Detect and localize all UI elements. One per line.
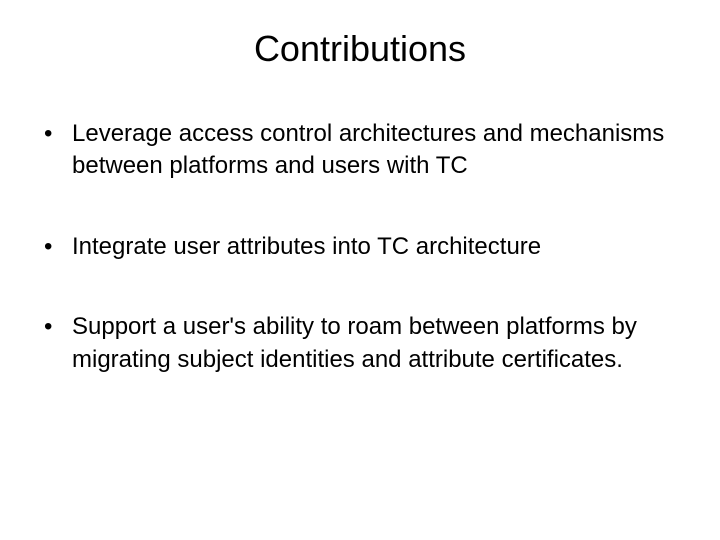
bullet-item: Support a user's ability to roam between… xyxy=(40,311,688,376)
bullet-item: Integrate user attributes into TC archit… xyxy=(40,231,688,263)
bullet-item: Leverage access control architectures an… xyxy=(40,118,688,183)
slide-title: Contributions xyxy=(32,28,688,70)
bullet-list: Leverage access control architectures an… xyxy=(32,118,688,376)
